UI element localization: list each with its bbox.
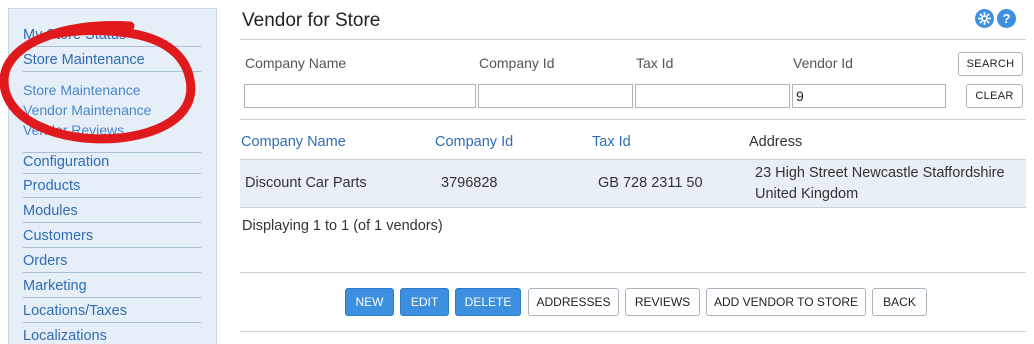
sidebar-subitem-vendor-maintenance[interactable]: Vendor Maintenance xyxy=(23,102,151,118)
help-icon[interactable]: ? xyxy=(997,9,1016,28)
cell-company-name: Discount Car Parts xyxy=(245,175,367,191)
actions-divider-top xyxy=(240,272,1026,273)
sidebar-subitem-vendor-reviews[interactable]: Vendor Reviews xyxy=(23,122,124,138)
sidebar-item-my-store-status[interactable]: My Store Status xyxy=(23,27,201,47)
company-name-label: Company Name xyxy=(245,55,347,71)
back-button[interactable]: BACK xyxy=(872,288,927,316)
sidebar-item-orders[interactable]: Orders xyxy=(23,253,201,273)
tax-id-input[interactable] xyxy=(635,84,790,108)
address-line-2: United Kingdom xyxy=(755,186,859,202)
col-header-address: Address xyxy=(749,134,803,150)
search-button[interactable]: SEARCH xyxy=(958,52,1023,76)
header-divider xyxy=(240,39,1026,40)
sidebar-item-locations-taxes[interactable]: Locations/Taxes xyxy=(23,303,201,323)
clear-button[interactable]: CLEAR xyxy=(966,84,1023,108)
company-name-input[interactable] xyxy=(244,84,476,108)
sidebar-item-marketing[interactable]: Marketing xyxy=(23,278,201,298)
sidebar: My Store Status Store Maintenance Store … xyxy=(8,8,217,344)
add-vendor-to-store-button[interactable]: ADD VENDOR TO STORE xyxy=(706,288,866,316)
sidebar-item-products[interactable]: Products xyxy=(23,178,201,198)
displaying-count: Displaying 1 to 1 (of 1 vendors) xyxy=(242,218,443,234)
gear-icon[interactable] xyxy=(975,9,994,28)
tax-id-label: Tax Id xyxy=(636,55,674,71)
actions-divider-bottom xyxy=(240,331,1026,332)
col-header-company-id[interactable]: Company Id xyxy=(435,134,513,150)
table-row[interactable]: Discount Car Parts 3796828 GB 728 2311 5… xyxy=(240,160,1026,208)
company-id-input[interactable] xyxy=(478,84,633,108)
gear-glyph xyxy=(978,12,991,25)
edit-button[interactable]: EDIT xyxy=(400,288,449,316)
vendor-id-input[interactable] xyxy=(792,84,946,108)
sidebar-item-modules[interactable]: Modules xyxy=(23,203,201,223)
page-title: Vendor for Store xyxy=(242,10,381,31)
col-header-company-name[interactable]: Company Name xyxy=(241,134,346,150)
col-header-tax-id[interactable]: Tax Id xyxy=(592,134,631,150)
sidebar-item-localizations[interactable]: Localizations xyxy=(23,328,201,344)
header-icons: ? xyxy=(975,9,1016,28)
reviews-button[interactable]: REVIEWS xyxy=(625,288,700,316)
addresses-button[interactable]: ADDRESSES xyxy=(528,288,619,316)
vendor-id-label: Vendor Id xyxy=(793,55,853,71)
sidebar-item-customers[interactable]: Customers xyxy=(23,228,201,248)
search-divider xyxy=(240,119,1026,120)
address-line-1: 23 High Street Newcastle Staffordshire xyxy=(755,165,1005,181)
sidebar-item-store-maintenance[interactable]: Store Maintenance xyxy=(23,52,201,72)
sidebar-item-configuration[interactable]: Configuration xyxy=(23,152,201,174)
cell-tax-id: GB 728 2311 50 xyxy=(598,175,703,191)
delete-button[interactable]: DELETE xyxy=(455,288,521,316)
cell-address: 23 High Street Newcastle Staffordshire U… xyxy=(755,163,1005,205)
sidebar-subitem-store-maintenance[interactable]: Store Maintenance xyxy=(23,82,141,98)
cell-company-id: 3796828 xyxy=(441,175,498,191)
company-id-label: Company Id xyxy=(479,55,555,71)
new-button[interactable]: NEW xyxy=(345,288,394,316)
